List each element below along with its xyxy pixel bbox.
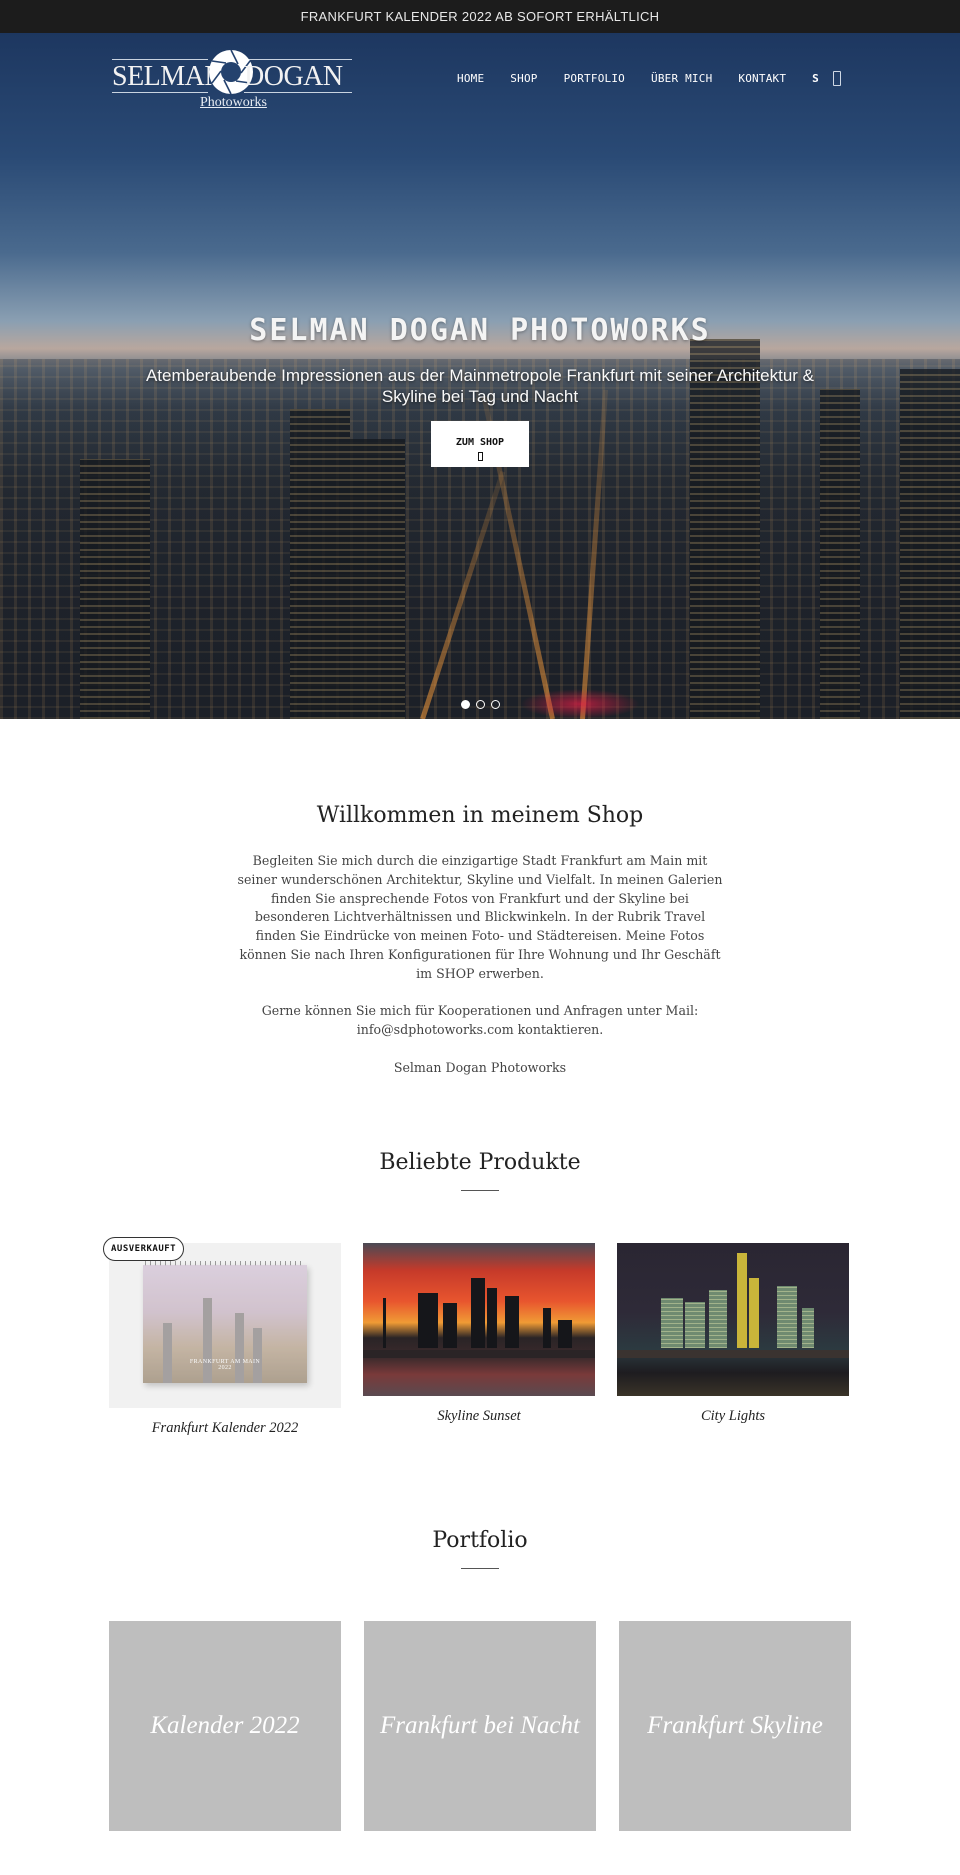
hero-building [350, 439, 405, 719]
title-divider [461, 1190, 499, 1192]
nav-item-ueber-mich[interactable]: ÜBER MICH [651, 72, 712, 85]
product-name[interactable]: Skyline Sunset [363, 1408, 595, 1425]
slider-dots [0, 700, 960, 709]
skyline-building [737, 1253, 747, 1349]
slider-dot-2[interactable] [475, 700, 485, 709]
calendar-building [253, 1328, 262, 1384]
skyline-building [777, 1286, 797, 1349]
welcome-paragraph: Begleiten Sie mich durch die einzigartig… [237, 853, 723, 981]
skyline-building [558, 1320, 572, 1349]
title-divider [461, 1568, 499, 1570]
skyline-building [685, 1302, 705, 1349]
cart-icon[interactable] [832, 70, 841, 86]
calendar-building [235, 1313, 244, 1384]
slider-dot-3[interactable] [490, 700, 500, 709]
hero-content: SELMAN DOGAN PHOTOWORKS Atemberaubende I… [0, 313, 960, 467]
nav-item-portfolio[interactable]: PORTFOLIO [564, 72, 625, 85]
product-name[interactable]: Frankfurt Kalender 2022 [109, 1420, 341, 1437]
welcome-signature: Selman Dogan Photoworks [393, 1059, 567, 1075]
calendar-caption: FRANKFURT AM MAIN 2022 [143, 1359, 307, 1371]
portfolio-heading: Portfolio [0, 1528, 960, 1570]
sold-out-badge: AUSVERKAUFT [103, 1237, 185, 1262]
calendar-building [163, 1323, 172, 1384]
portfolio-title: Portfolio [432, 1528, 528, 1554]
nav-item-home[interactable]: HOME [457, 72, 484, 85]
calendar-cover: FRANKFURT AM MAIN 2022 [143, 1265, 307, 1384]
skyline-building [418, 1293, 438, 1349]
slider-dot-1[interactable] [460, 700, 470, 709]
portfolio-section: Portfolio Kalender 2022 Frankfurt bei Na… [0, 1437, 960, 1832]
portfolio-tile-label: Kalender 2022 [150, 1712, 300, 1740]
portfolio-tile-kalender[interactable]: Kalender 2022 [109, 1621, 341, 1832]
skyline-building [383, 1298, 386, 1349]
hero-subtitle: Atemberaubende Impressionen aus der Main… [145, 366, 815, 406]
product-image-night[interactable] [617, 1243, 849, 1397]
logo[interactable]: SELMAN DOGAN Photoworks [112, 43, 352, 113]
skyline-building [661, 1298, 683, 1349]
skyline-building [487, 1288, 497, 1349]
calendar-caption-year: 2022 [218, 1365, 232, 1372]
logo-word-right: DOGAN [244, 61, 343, 92]
logo-subtitle: Photoworks [200, 95, 267, 110]
product-name[interactable]: City Lights [617, 1408, 849, 1425]
skyline-building [505, 1296, 519, 1349]
bridge [617, 1350, 849, 1359]
nav-item-kontakt[interactable]: KONTAKT [738, 72, 786, 85]
skyline-building [471, 1278, 485, 1349]
welcome-contact-paragraph: Gerne können Sie mich für Kooperationen … [261, 1003, 699, 1038]
product-card[interactable]: AUSVERKAUFT FRANKFURT AM MAIN 2022 Frank… [103, 1237, 341, 1437]
nav-menu: HOME SHOP PORTFOLIO ÜBER MICH KONTAKT S [457, 70, 841, 86]
skyline-building [802, 1308, 814, 1349]
hero-title: SELMAN DOGAN PHOTOWORKS [249, 313, 711, 348]
product-image-sunset[interactable] [363, 1243, 595, 1397]
portfolio-tile-nacht[interactable]: Frankfurt bei Nacht [364, 1621, 596, 1832]
skyline-building [543, 1308, 551, 1349]
main-nav: SELMAN DOGAN Photoworks HOME SHOP PORTFO… [0, 33, 960, 123]
portfolio-tile-skyline[interactable]: Frankfurt Skyline [619, 1621, 851, 1832]
product-card[interactable]: City Lights [617, 1243, 849, 1437]
bridge [363, 1350, 595, 1359]
portfolio-tile-label: Frankfurt Skyline [647, 1712, 823, 1740]
product-image-calendar[interactable]: FRANKFURT AM MAIN 2022 [109, 1243, 341, 1409]
shop-button-label: ZUM SHOP [455, 437, 505, 448]
announcement-bar: FRANKFURT KALENDER 2022 AB SOFORT ERHÄLT… [0, 0, 960, 33]
welcome-title: Willkommen in meinem Shop [316, 803, 644, 828]
nav-item-shop[interactable]: SHOP [510, 72, 537, 85]
hero-slider: SELMAN DOGAN Photoworks HOME SHOP PORTFO… [0, 33, 960, 719]
logo-rule [112, 59, 208, 60]
search-toggle[interactable]: S [812, 72, 819, 85]
products-section: Beliebte Produkte AUSVERKAUFT FRANKFURT … [0, 1096, 960, 1437]
portfolio-tile-label: Frankfurt bei Nacht [380, 1712, 580, 1740]
logo-rule [244, 59, 352, 60]
products-heading: Beliebte Produkte [0, 1150, 960, 1192]
welcome-section: Willkommen in meinem Shop Begleiten Sie … [0, 719, 960, 1078]
shop-button[interactable]: ZUM SHOP [431, 421, 529, 467]
skyline-building [443, 1303, 457, 1349]
announcement-text: FRANKFURT KALENDER 2022 AB SOFORT ERHÄLT… [300, 9, 660, 24]
hero-building [80, 459, 150, 719]
skyline-building [709, 1290, 727, 1349]
arrow-icon [477, 452, 483, 461]
products-title: Beliebte Produkte [379, 1150, 581, 1176]
skyline-building [749, 1278, 759, 1349]
welcome-body: Begleiten Sie mich durch die einzigartig… [235, 852, 725, 1078]
portfolio-grid: Kalender 2022 Frankfurt bei Nacht Frankf… [109, 1621, 960, 1832]
product-grid: AUSVERKAUFT FRANKFURT AM MAIN 2022 Frank… [103, 1237, 851, 1437]
product-card[interactable]: Skyline Sunset [363, 1243, 595, 1437]
